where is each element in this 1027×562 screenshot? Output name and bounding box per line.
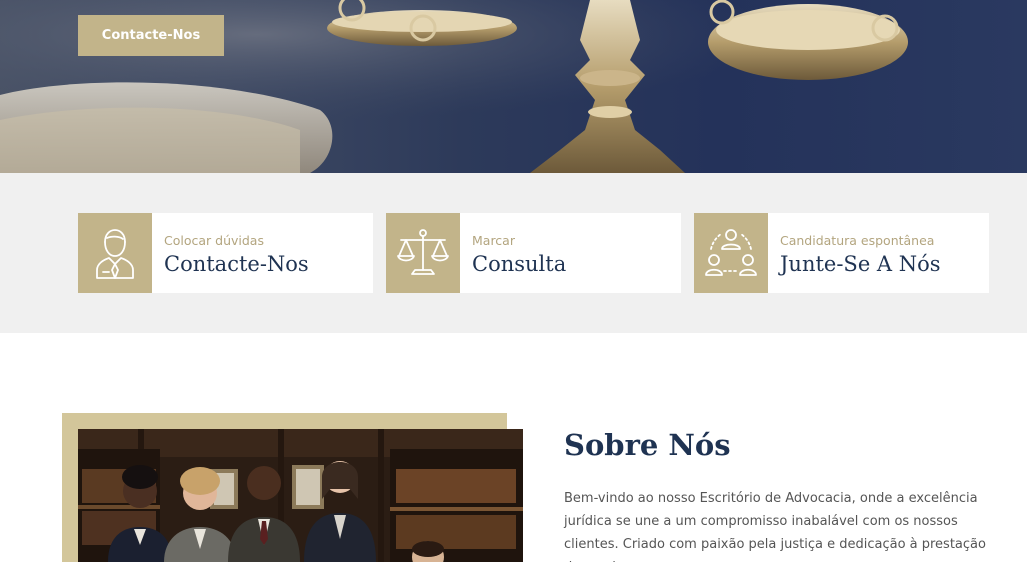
card-subtitle: Colocar dúvidas	[164, 233, 264, 248]
about-body-text: Bem-vindo ao nosso Escritório de Advocac…	[564, 491, 986, 562]
team-network-icon	[705, 229, 757, 276]
contact-button[interactable]: Contacte-Nos	[78, 15, 224, 56]
team-photo	[78, 429, 523, 562]
card-consultation[interactable]: Marcar Consulta	[386, 213, 681, 293]
card-icon-box	[694, 213, 768, 293]
hero-banner: Contacte-Nos	[0, 0, 1027, 173]
team-photo-illustration	[78, 429, 523, 562]
card-contact[interactable]: Colocar dúvidas Contacte-Nos	[78, 213, 373, 293]
card-title: Contacte-Nos	[164, 252, 309, 276]
card-icon-box	[386, 213, 460, 293]
card-title: Junte-Se A Nós	[780, 252, 941, 276]
scales-icon	[397, 229, 449, 275]
quick-actions-band: Colocar dúvidas Contacte-Nos Marcar Cons…	[0, 173, 1027, 333]
card-subtitle: Candidatura espontânea	[780, 233, 935, 248]
card-title: Consulta	[472, 252, 567, 276]
about-title: Sobre Nós	[564, 428, 731, 462]
card-join-us[interactable]: Candidatura espontânea Junte-Se A Nós	[694, 213, 989, 293]
card-icon-box	[78, 213, 152, 293]
card-subtitle: Marcar	[472, 233, 515, 248]
lawyer-person-icon	[96, 229, 134, 279]
